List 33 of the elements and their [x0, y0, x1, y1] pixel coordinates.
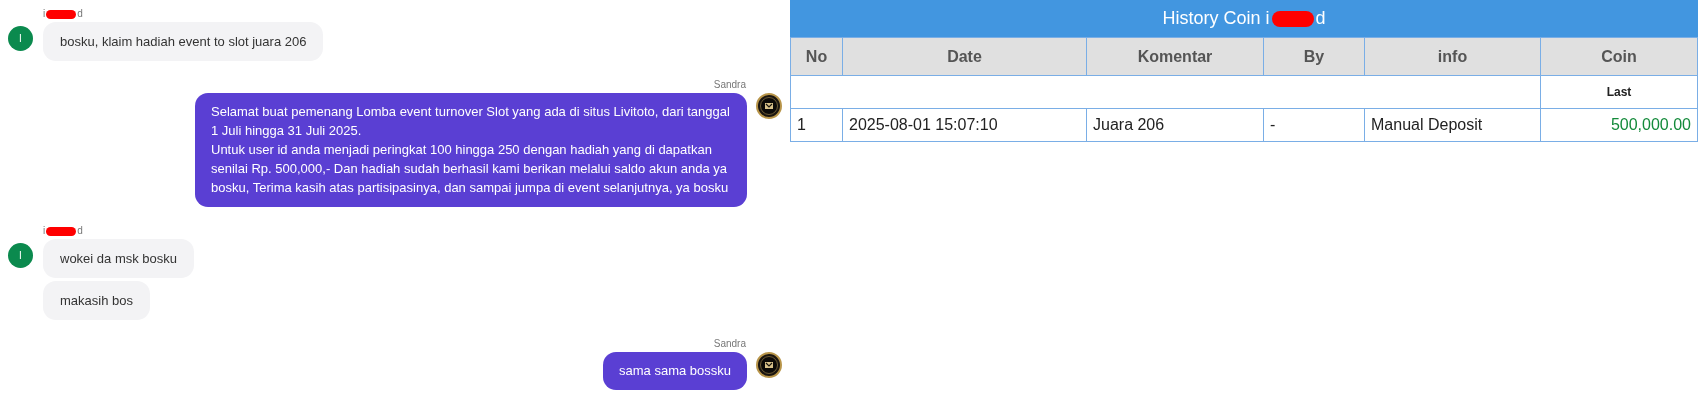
- redaction-mark: [1271, 10, 1314, 27]
- table-cell: -: [1263, 108, 1365, 142]
- avatar-icon: [756, 93, 782, 119]
- message-bubble: bosku, klaim hadiah event to slot juara 206: [43, 22, 324, 61]
- table-cell: 500,000.00: [1540, 108, 1698, 142]
- table-title: d: [1315, 8, 1326, 29]
- table-cell: Juara 206: [1086, 108, 1264, 142]
- avatar: I: [8, 243, 33, 268]
- table-cell: 1: [790, 108, 843, 142]
- column-header: Komentar: [1086, 37, 1264, 76]
- table-cell: 2025-08-01 15:07:10: [842, 108, 1087, 142]
- redaction-mark: [46, 9, 77, 19]
- column-subheader: Last: [1540, 75, 1698, 109]
- message-bubble: makasih bos: [43, 281, 150, 320]
- column-header: By: [1263, 37, 1365, 76]
- column-header: Coin: [1540, 37, 1698, 76]
- sender-name: i: [43, 225, 46, 237]
- sender-name: Sandra: [713, 79, 746, 91]
- avatar-icon: [756, 352, 782, 378]
- message-bubble: Selamat buat pemenang Lomba event turnover Slot yang ada di situs Livitoto, dari tanggal 1 Juli hingga 31 Juli 2025. Untuk user id anda menjadi peringkat 100 hingga 250 dengan hadiah yang di dapatkan senilai Rp. 500,000,- Dan hadiah sudah berhasil kami berikan melalui saldo akun anda ya bosku, Terima kasih atas partisipasinya, dan sampai jumpa di event selanjutnya, ya bosku: [195, 93, 747, 207]
- table-title: History Coin i: [1162, 8, 1270, 29]
- sender-name: i: [43, 8, 46, 20]
- sender-name: d: [77, 8, 83, 20]
- sender-name: Sandra: [713, 338, 746, 350]
- redaction-mark: [46, 226, 77, 236]
- sender-name: d: [77, 225, 83, 237]
- message-bubble: sama sama bossku: [603, 352, 747, 390]
- column-header: Date: [842, 37, 1087, 76]
- column-header: No: [790, 37, 843, 76]
- table-cell: Manual Deposit: [1364, 108, 1541, 142]
- column-header: info: [1364, 37, 1541, 76]
- avatar: I: [8, 26, 33, 51]
- message-bubble: wokei da msk bosku: [43, 239, 195, 278]
